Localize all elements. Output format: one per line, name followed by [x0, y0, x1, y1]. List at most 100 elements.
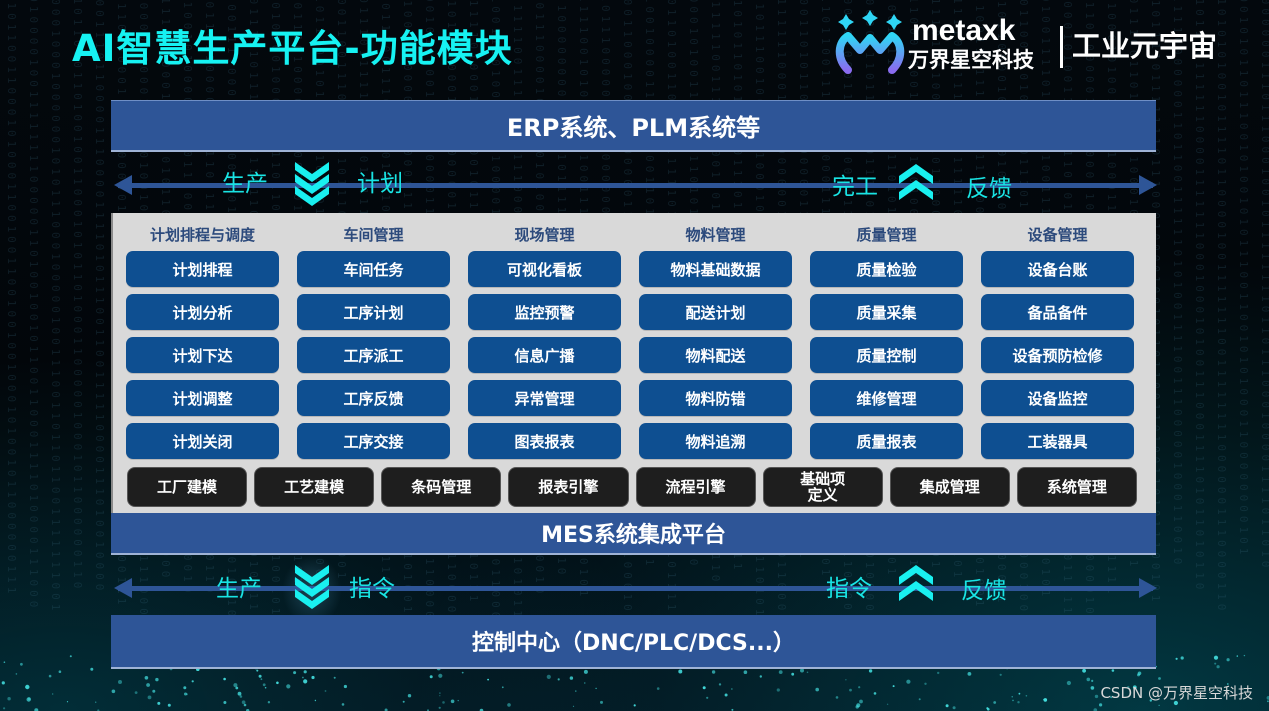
particle-dot — [442, 701, 445, 704]
module-button[interactable]: 计划调整 — [126, 380, 279, 416]
base-module-button[interactable]: 系统管理 — [1016, 467, 1137, 507]
particle-dot — [1, 681, 5, 685]
particle-dot — [999, 673, 1002, 676]
module-button[interactable]: 可视化看板 — [468, 251, 621, 287]
particle-dot — [1090, 686, 1095, 690]
control-center-band: 控制中心（DNC/PLC/DCS...） — [111, 615, 1156, 669]
module-button[interactable]: 工序交接 — [297, 423, 450, 459]
particle-dot — [706, 696, 709, 699]
particle-dot — [314, 699, 317, 702]
module-column-heading: 质量管理 — [856, 226, 917, 244]
particle-dot — [191, 680, 194, 683]
module-button[interactable]: 工装器具 — [981, 423, 1134, 459]
particle-dot — [800, 668, 804, 673]
module-button[interactable]: 质量采集 — [810, 294, 963, 330]
particle-dot — [333, 676, 336, 679]
module-button[interactable]: 监控预警 — [468, 294, 621, 330]
module-button[interactable]: 计划关闭 — [126, 423, 279, 459]
erp-plm-band: ERP系统、PLM系统等 — [111, 100, 1156, 152]
module-button[interactable]: 物料配送 — [639, 337, 792, 373]
base-module-button[interactable]: 流程引擎 — [635, 467, 756, 507]
particle-dot — [439, 695, 441, 697]
module-button[interactable]: 图表报表 — [468, 423, 621, 459]
module-button[interactable]: 工序反馈 — [297, 380, 450, 416]
particle-dot — [407, 694, 412, 698]
top-flow-label-complete: 完工 — [832, 174, 878, 200]
particle-dot — [152, 689, 156, 693]
module-button[interactable]: 质量检验 — [810, 251, 963, 287]
particle-dot — [303, 670, 307, 674]
module-button[interactable]: 备品备件 — [981, 294, 1134, 330]
module-button[interactable]: 异常管理 — [468, 380, 621, 416]
particle-dot — [575, 690, 577, 692]
base-module-button[interactable]: 条码管理 — [381, 467, 502, 507]
module-button[interactable]: 配送计划 — [639, 294, 792, 330]
module-button[interactable]: 质量控制 — [810, 337, 963, 373]
particle-dot — [241, 700, 246, 704]
particle-dot — [678, 669, 683, 674]
particle-dot — [276, 681, 279, 685]
module-button[interactable]: 工序派工 — [297, 337, 450, 373]
module-button[interactable]: 设备台账 — [981, 251, 1134, 287]
module-button[interactable]: 计划排程 — [126, 251, 279, 287]
mes-platform-band: MES系统集成平台 — [111, 513, 1156, 555]
binary-column-decoration: 1000101100110001010001100100110010010010… — [5, 0, 18, 598]
particle-dot — [1012, 699, 1014, 702]
particle-dot — [20, 662, 23, 666]
module-button[interactable]: 设备监控 — [981, 380, 1134, 416]
particle-dot — [262, 683, 266, 687]
binary-column-decoration: 1011000001010110111001010010101110011001… — [1237, 0, 1250, 559]
base-module-button[interactable]: 工厂建模 — [127, 467, 248, 507]
particle-dot — [258, 674, 262, 678]
particle-dot — [461, 671, 464, 674]
bottom-flow-label-command: 指令 — [349, 576, 395, 602]
particle-dot — [293, 671, 297, 675]
module-button[interactable]: 物料追溯 — [639, 423, 792, 459]
particle-dot — [183, 686, 187, 690]
module-button[interactable]: 物料防错 — [639, 380, 792, 416]
particle-dot — [791, 672, 795, 676]
particle-dot — [945, 704, 949, 708]
module-button[interactable]: 质量报表 — [810, 423, 963, 459]
particle-dot — [1086, 677, 1091, 682]
module-button[interactable]: 维修管理 — [810, 380, 963, 416]
particle-dot — [986, 707, 989, 710]
module-button[interactable]: 设备预防检修 — [981, 337, 1134, 373]
particle-dot — [1158, 677, 1161, 680]
particle-dot — [438, 706, 441, 709]
function-module-panel: 计划排程与调度 计划排程 计划分析 计划下达 计划调整 计划关闭 车间管理 车间任务 工序计划工… — [111, 213, 1156, 513]
particle-dot — [26, 697, 31, 702]
particle-dot — [507, 703, 511, 707]
base-module-button[interactable]: 基础项 定义 — [762, 467, 883, 507]
particle-dot — [1082, 668, 1086, 673]
module-button[interactable]: 车间任务 — [297, 251, 450, 287]
particle-dot — [146, 683, 151, 687]
particle-dot — [952, 706, 956, 710]
base-module-button[interactable]: 工艺建模 — [254, 467, 375, 507]
particle-dot — [583, 669, 588, 674]
particle-dot — [223, 701, 227, 704]
particle-dot — [155, 677, 159, 682]
module-button[interactable]: 计划分析 — [126, 294, 279, 330]
module-button[interactable]: 工序计划 — [297, 294, 450, 330]
particle-dot — [572, 705, 575, 707]
particle-dot — [52, 693, 54, 695]
particle-dot — [584, 682, 586, 684]
base-module-button[interactable]: 报表引擎 — [508, 467, 629, 507]
module-button[interactable]: 计划下达 — [126, 337, 279, 373]
binary-column-decoration: 0000010001000000101011100010000010011100… — [49, 0, 62, 615]
particle-dot — [1243, 654, 1246, 657]
particle-dot — [58, 670, 62, 673]
logo-divider — [1060, 26, 1063, 68]
particle-dot — [967, 672, 972, 676]
particle-dot — [873, 692, 877, 695]
particle-dot — [868, 669, 873, 673]
module-column: 现场管理 可视化看板 监控预警 信息广播 异常管理 图表报表 — [468, 213, 621, 466]
particle-dot — [546, 674, 551, 679]
base-module-button[interactable]: 集成管理 — [889, 467, 1010, 507]
module-button[interactable]: 信息广播 — [468, 337, 621, 373]
bottom-flow-label-production: 生产 — [216, 576, 262, 602]
particle-dot — [184, 692, 187, 696]
bottom-flow-label-feedback: 反馈 — [961, 578, 1007, 604]
module-button[interactable]: 物料基础数据 — [639, 251, 792, 287]
